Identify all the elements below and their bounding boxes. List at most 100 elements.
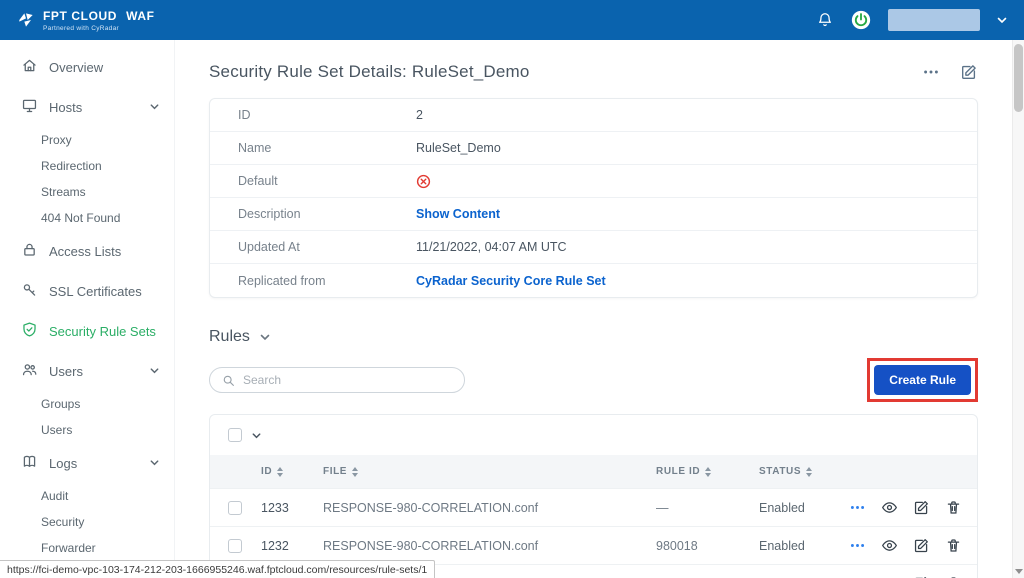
- sidebar-item-security[interactable]: Security: [0, 509, 174, 535]
- view-icon[interactable]: [881, 537, 898, 554]
- search-input[interactable]: [243, 373, 452, 387]
- sidebar-item-streams[interactable]: Streams: [0, 179, 174, 205]
- vertical-scrollbar[interactable]: [1012, 40, 1024, 578]
- main-content: Security Rule Set Details: RuleSet_Demo …: [175, 40, 1012, 578]
- key-icon: [21, 281, 38, 301]
- table-row: 1232 RESPONSE-980-CORRELATION.conf 98001…: [210, 526, 977, 564]
- cell-status: Enabled: [759, 501, 849, 515]
- bulk-actions-chevron-icon[interactable]: [251, 430, 262, 441]
- chevron-down-icon: [149, 364, 160, 379]
- sidebar-item-overview[interactable]: Overview: [0, 47, 174, 87]
- detail-row-name: Name RuleSet_Demo: [210, 132, 977, 165]
- cross-circle-icon: [416, 174, 431, 189]
- row-checkbox[interactable]: [228, 501, 242, 515]
- monitor-icon: [21, 97, 38, 117]
- sidebar-item-404-not-found[interactable]: 404 Not Found: [0, 205, 174, 231]
- sort-icon[interactable]: [352, 467, 358, 477]
- cell-file: RESPONSE-980-CORRELATION.conf: [323, 539, 656, 553]
- sidebar-item-forwarder[interactable]: Forwarder: [0, 535, 174, 561]
- sidebar-sub-label: Security: [41, 515, 84, 529]
- search-box[interactable]: [209, 367, 465, 393]
- cell-status: Enabled: [759, 539, 849, 553]
- view-icon[interactable]: [881, 499, 898, 516]
- sidebar-item-proxy[interactable]: Proxy: [0, 127, 174, 153]
- sidebar-item-label: Logs: [49, 456, 77, 471]
- detail-row-description: Description Show Content: [210, 198, 977, 231]
- sidebar-item-redirection[interactable]: Redirection: [0, 153, 174, 179]
- sidebar-item-label: Overview: [49, 60, 103, 75]
- sort-icon[interactable]: [806, 467, 812, 477]
- edit-icon[interactable]: [960, 63, 978, 81]
- sidebar-item-label: SSL Certificates: [49, 284, 142, 299]
- detail-label: Replicated from: [238, 274, 416, 288]
- detail-row-replicated-from: Replicated from CyRadar Security Core Ru…: [210, 264, 977, 297]
- table-row: 1233 RESPONSE-980-CORRELATION.conf — Ena…: [210, 488, 977, 526]
- user-menu[interactable]: [888, 9, 980, 31]
- sidebar-item-security-rule-sets[interactable]: Security Rule Sets: [0, 311, 174, 351]
- sidebar-sub-label: Forwarder: [41, 541, 96, 555]
- detail-value: RuleSet_Demo: [416, 141, 501, 155]
- sidebar-item-label: Hosts: [49, 100, 82, 115]
- detail-label: Updated At: [238, 240, 416, 254]
- search-icon: [222, 374, 235, 387]
- cell-id: 1233: [261, 501, 323, 515]
- sidebar-item-label: Access Lists: [49, 244, 121, 259]
- sidebar-item-logs[interactable]: Logs: [0, 443, 174, 483]
- edit-icon[interactable]: [913, 499, 930, 516]
- sidebar-item-hosts[interactable]: Hosts: [0, 87, 174, 127]
- detail-value: 2: [416, 108, 423, 122]
- more-options-icon[interactable]: [922, 63, 940, 81]
- home-icon: [21, 57, 38, 77]
- edit-icon[interactable]: [913, 537, 930, 554]
- page-title: Security Rule Set Details: RuleSet_Demo: [209, 62, 530, 82]
- power-icon[interactable]: [850, 9, 872, 31]
- bell-icon[interactable]: [816, 11, 834, 29]
- scrollbar-down-arrow-icon[interactable]: [1015, 569, 1023, 574]
- row-checkbox[interactable]: [228, 539, 242, 553]
- cell-rule-id: —: [656, 501, 759, 515]
- sidebar-item-access-lists[interactable]: Access Lists: [0, 231, 174, 271]
- more-options-icon[interactable]: [849, 537, 866, 554]
- sidebar-item-ssl-certificates[interactable]: SSL Certificates: [0, 271, 174, 311]
- sidebar-item-users[interactable]: Users: [0, 351, 174, 391]
- create-rule-button[interactable]: Create Rule: [874, 365, 971, 395]
- sidebar-item-groups[interactable]: Groups: [0, 391, 174, 417]
- cell-rule-id: 980018: [656, 539, 759, 553]
- sidebar-sub-label: Users: [41, 423, 72, 437]
- sidebar-sub-label: Proxy: [41, 133, 72, 147]
- sidebar-item-users-sub[interactable]: Users: [0, 417, 174, 443]
- book-icon: [21, 453, 38, 473]
- status-url: https://fci-demo-vpc-103-174-212-203-166…: [7, 564, 427, 576]
- brand-name: FPT CLOUD: [43, 9, 117, 23]
- sidebar-sub-label: Redirection: [41, 159, 102, 173]
- column-header-id: ID: [261, 466, 272, 477]
- column-header-status: STATUS: [759, 466, 801, 477]
- sort-icon[interactable]: [705, 467, 711, 477]
- replicated-from-link[interactable]: CyRadar Security Core Rule Set: [416, 274, 606, 288]
- rules-section-toggle[interactable]: Rules: [209, 328, 978, 346]
- lock-icon: [21, 241, 38, 261]
- table-header-row: ID FILE RULE ID STATUS: [210, 455, 977, 488]
- app-logo[interactable]: FPT CLOUD WAF Partnered with CyRadar: [16, 9, 155, 32]
- detail-label: Description: [238, 207, 416, 221]
- chevron-down-icon: [259, 331, 271, 343]
- browser-status-bar: https://fci-demo-vpc-103-174-212-203-166…: [0, 560, 435, 578]
- delete-icon[interactable]: [945, 537, 962, 554]
- sidebar-item-audit[interactable]: Audit: [0, 483, 174, 509]
- chevron-down-icon[interactable]: [996, 14, 1008, 26]
- rules-heading: Rules: [209, 328, 250, 346]
- detail-row-id: ID 2: [210, 99, 977, 132]
- detail-value: 11/21/2022, 04:07 AM UTC: [416, 240, 567, 254]
- show-content-link[interactable]: Show Content: [416, 207, 500, 221]
- more-options-icon[interactable]: [849, 499, 866, 516]
- select-all-checkbox[interactable]: [228, 428, 242, 442]
- chevron-down-icon: [149, 456, 160, 471]
- scrollbar-thumb[interactable]: [1014, 44, 1023, 112]
- column-header-file: FILE: [323, 466, 347, 477]
- sidebar-sub-label: Audit: [41, 489, 68, 503]
- delete-icon[interactable]: [945, 499, 962, 516]
- product-name: WAF: [126, 9, 154, 23]
- sort-icon[interactable]: [277, 467, 283, 477]
- detail-label: Name: [238, 141, 416, 155]
- detail-label: Default: [238, 174, 416, 188]
